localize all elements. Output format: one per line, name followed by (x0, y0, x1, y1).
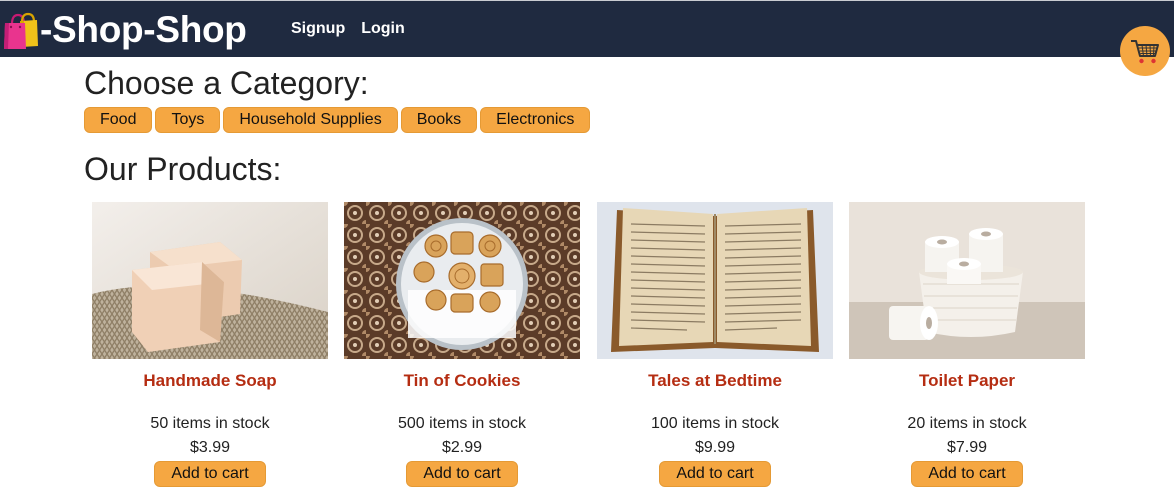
product-name-link[interactable]: Handmade Soap (92, 371, 328, 391)
price-text: $9.99 (694, 439, 736, 456)
soap-image (92, 202, 328, 359)
stock-text: 100 items in stock (650, 415, 780, 432)
shopping-cart-icon (1131, 40, 1159, 64)
category-household-supplies-button[interactable]: Household Supplies (223, 107, 398, 133)
stock-text: 20 items in stock (907, 415, 1027, 432)
soap-image-link[interactable] (92, 202, 328, 359)
product-card: Tin of Cookies 500 items in stock $2.99 … (344, 202, 580, 487)
book-image (597, 202, 833, 359)
category-books-button[interactable]: Books (400, 107, 478, 133)
add-to-cart-button[interactable]: Add to cart (659, 461, 771, 487)
nav-links: Signup Login (291, 19, 405, 39)
shopping-bags-icon (4, 12, 38, 49)
price-text: $2.99 (441, 439, 483, 456)
navbar: -Shop-Shop Signup Login (0, 0, 1174, 57)
product-name-link[interactable]: Toilet Paper (849, 371, 1085, 391)
toilet-paper-image (849, 202, 1085, 359)
stock-text: 50 items in stock (150, 415, 270, 432)
cart-button[interactable] (1120, 26, 1170, 76)
category-list: Food Toys Household Supplies Books Elect… (84, 107, 591, 133)
products-heading: Our Products: (84, 151, 282, 187)
cookies-image-link[interactable] (344, 202, 580, 359)
brand-title: -Shop-Shop (40, 9, 247, 50)
category-toys-button[interactable]: Toys (155, 107, 221, 133)
brand-link[interactable]: -Shop-Shop (3, 9, 247, 51)
add-to-cart-button[interactable]: Add to cart (406, 461, 518, 487)
add-to-cart-button[interactable]: Add to cart (154, 461, 266, 487)
product-card: Toilet Paper 20 items in stock $7.99 Add… (849, 202, 1085, 487)
product-name-link[interactable]: Tales at Bedtime (597, 371, 833, 391)
category-electronics-button[interactable]: Electronics (480, 107, 591, 133)
product-name-link[interactable]: Tin of Cookies (344, 371, 580, 391)
price-text: $7.99 (946, 439, 988, 456)
product-card: Handmade Soap 50 items in stock $3.99 Ad… (92, 202, 328, 487)
product-card: Tales at Bedtime 100 items in stock $9.9… (597, 202, 833, 487)
price-text: $3.99 (189, 439, 231, 456)
stock-text: 500 items in stock (397, 415, 527, 432)
category-heading: Choose a Category: (84, 65, 369, 101)
signup-link[interactable]: Signup (291, 19, 345, 39)
login-link[interactable]: Login (361, 19, 405, 39)
book-image-link[interactable] (597, 202, 833, 359)
category-food-button[interactable]: Food (84, 107, 153, 133)
cookies-image (344, 202, 580, 359)
toilet-paper-image-link[interactable] (849, 202, 1085, 359)
add-to-cart-button[interactable]: Add to cart (911, 461, 1023, 487)
